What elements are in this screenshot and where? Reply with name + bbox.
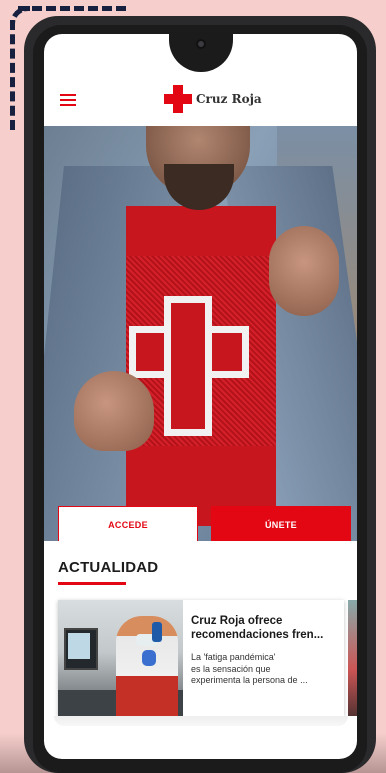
- hero-image: ACCEDE ÚNETE: [44, 126, 357, 541]
- app-header: Cruz Roja: [44, 74, 357, 126]
- news-card-title: Cruz Roja ofrece recomendaciones fren...: [191, 615, 324, 641]
- front-camera-icon: [195, 39, 206, 49]
- accede-button[interactable]: ACCEDE: [58, 506, 198, 541]
- news-card[interactable]: Cruz Roja ofrece recomendaciones fren...…: [58, 600, 344, 716]
- decorative-dashed-line-left: [10, 20, 15, 130]
- phone-frame: Cruz Roja ACCEDE ÚNETE ACTUALIDAD Cruz R…: [24, 16, 376, 773]
- news-card-image: [58, 600, 183, 716]
- section-title-underline: [58, 582, 126, 585]
- logo-text: Cruz Roja: [196, 92, 262, 106]
- phone-notch: [168, 34, 233, 72]
- section-title-actualidad: ACTUALIDAD: [58, 559, 159, 576]
- decorative-dashed-line-top: [18, 6, 126, 11]
- red-cross-icon: [164, 85, 192, 113]
- cruz-roja-logo[interactable]: Cruz Roja: [164, 85, 262, 113]
- app-screen: Cruz Roja ACCEDE ÚNETE ACTUALIDAD Cruz R…: [44, 34, 357, 759]
- unete-button[interactable]: ÚNETE: [211, 506, 351, 541]
- carousel-shadow: [54, 716, 348, 726]
- news-card-excerpt: La 'fatiga pandémica' es la sensación qu…: [191, 652, 308, 685]
- next-news-card-peek[interactable]: [348, 600, 357, 716]
- news-card-body: Cruz Roja ofrece recomendaciones fren...…: [183, 600, 344, 716]
- hamburger-menu-icon[interactable]: [60, 94, 76, 106]
